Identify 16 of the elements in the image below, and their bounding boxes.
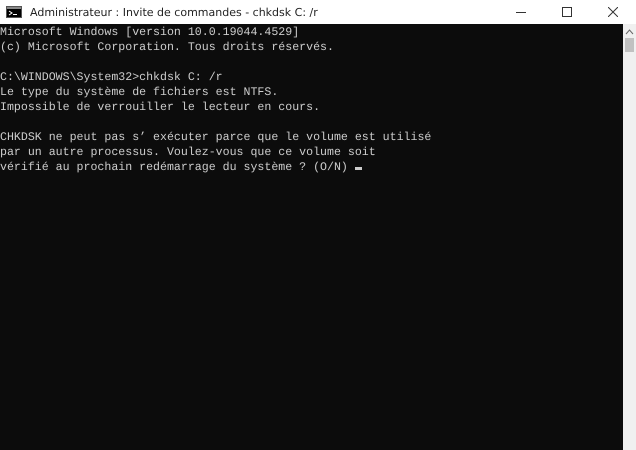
console-line: (c) Microsoft Corporation. Tous droits réservés. (0, 40, 335, 55)
console-line: Le type du système de fichiers est NTFS. (0, 85, 280, 100)
console-line: vérifié au prochain redémarrage du système ? (O/N) (0, 160, 623, 175)
scrollbar-thumb[interactable] (625, 38, 634, 52)
scrollbar[interactable] (623, 24, 636, 450)
close-icon (608, 7, 618, 17)
console-line: par un autre processus. Voulez-vous que ce volume soit (0, 145, 377, 160)
console-line: C:\WINDOWS\System32>chkdsk C: /r (0, 70, 224, 85)
scroll-up-icon[interactable] (625, 29, 634, 35)
window-title: Administrateur : Invite de commandes - chkdsk C: /r (30, 6, 319, 18)
maximize-icon (562, 7, 572, 17)
console-line: Microsoft Windows [version 10.0.19044.4529] (0, 25, 300, 40)
terminal-icon (6, 6, 22, 18)
cursor-icon (354, 167, 362, 170)
console-line: Impossible de verrouiller le lecteur en cours. (0, 100, 322, 115)
console-line: CHKDSK ne peut pas s’ exécuter parce que le volume est utilisé (0, 130, 432, 145)
